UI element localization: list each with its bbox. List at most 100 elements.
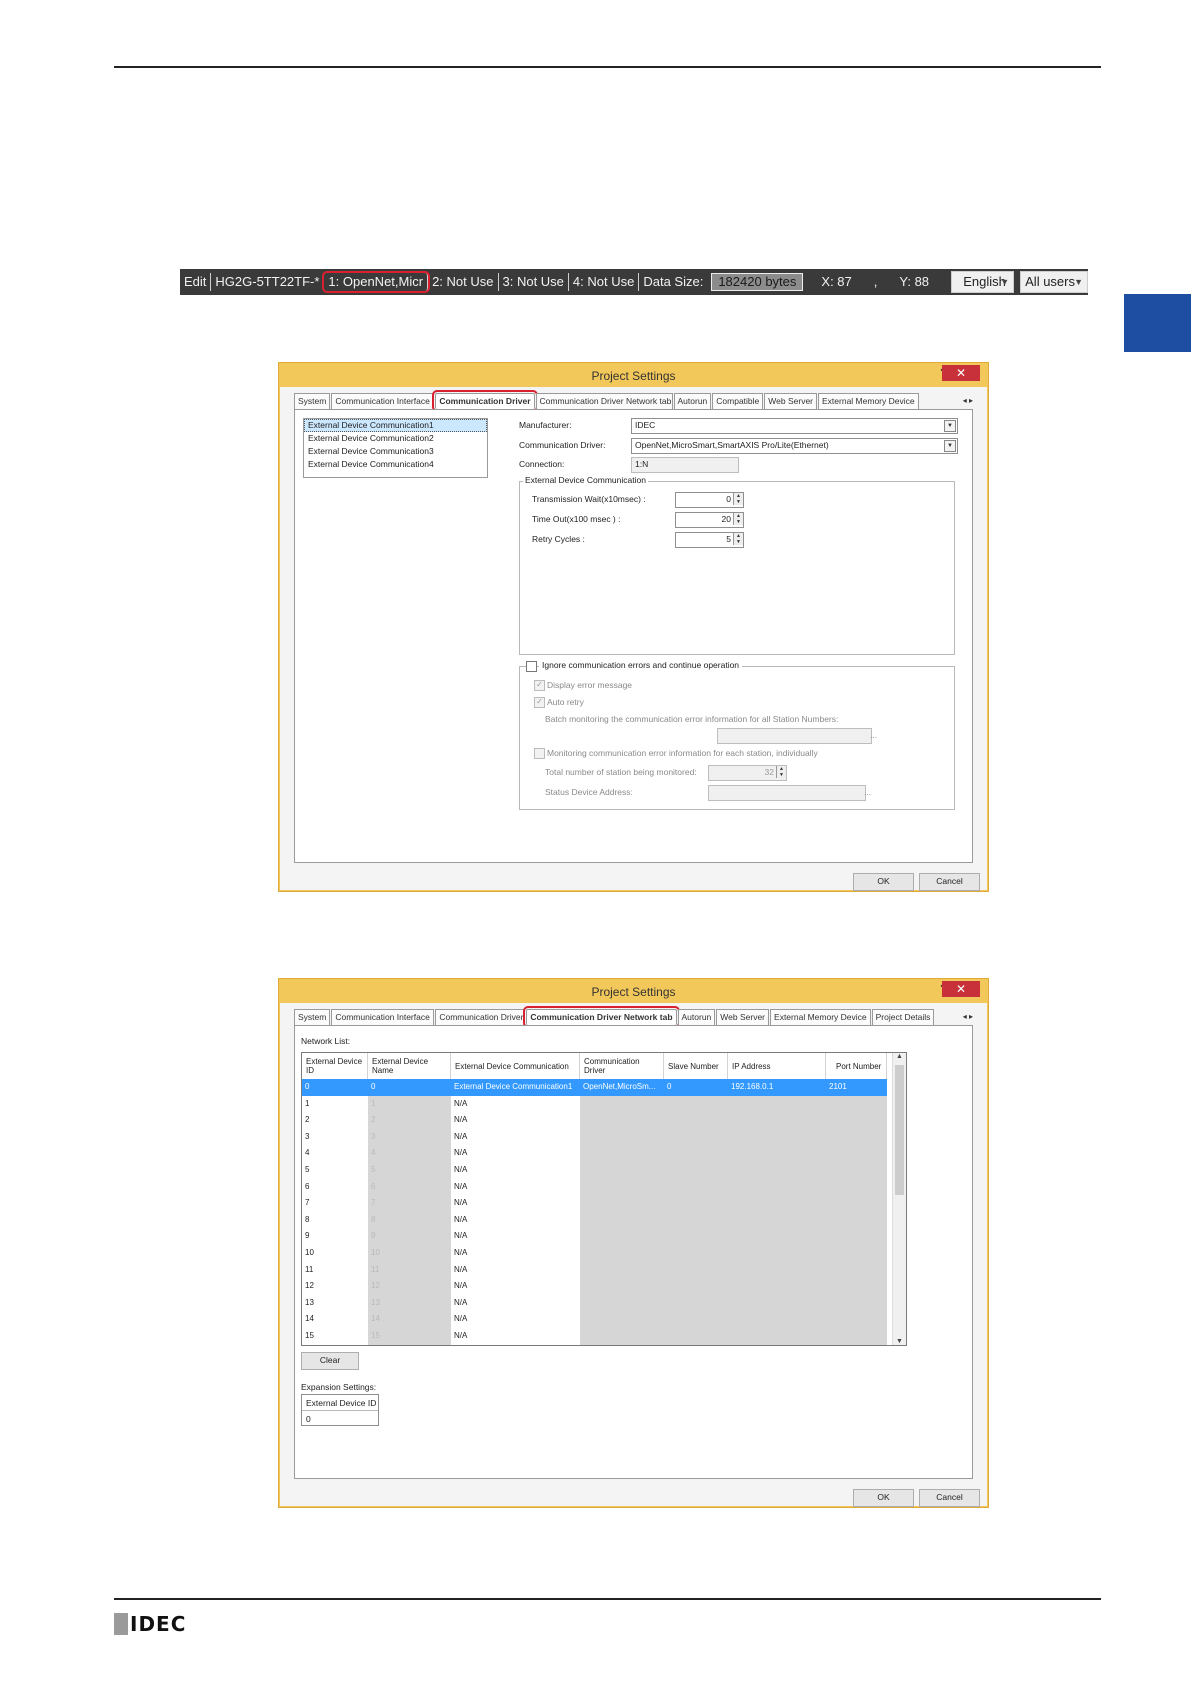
spinner-icon[interactable]: ▲ ▼ xyxy=(776,766,786,778)
status-x: X: 87 xyxy=(821,274,852,289)
table-row[interactable]: 1 1 N/A xyxy=(302,1095,887,1113)
close-icon[interactable]: ✕ xyxy=(942,981,980,997)
spinner-icon[interactable]: ▲ ▼ xyxy=(733,533,743,545)
external-device-list[interactable]: External Device Communication1 External … xyxy=(303,418,488,478)
table-row[interactable]: 12 12 N/A xyxy=(302,1278,887,1295)
close-icon[interactable]: ✕ xyxy=(942,365,980,381)
list-item[interactable]: External Device Communication1 xyxy=(304,419,487,432)
table-row[interactable]: 13 13 N/A xyxy=(302,1294,887,1312)
table-row[interactable]: 7 7 N/A xyxy=(302,1195,887,1212)
table-row[interactable]: 15 15 N/A xyxy=(302,1327,887,1345)
cell-communication: N/A xyxy=(454,1131,468,1141)
spinner-icon[interactable]: ▲ ▼ xyxy=(733,513,743,525)
status-comm3[interactable]: 3: Not Use xyxy=(499,273,569,291)
status-comm2[interactable]: 2: Not Use xyxy=(428,273,499,291)
tab-communication-driver[interactable]: Communication Driver xyxy=(435,1009,526,1025)
users-select[interactable]: All users ▼ xyxy=(1020,271,1088,293)
table-scrollbar[interactable]: ▲ ▼ xyxy=(892,1053,906,1345)
retry-stepper[interactable]: 5 ▲ ▼ xyxy=(675,532,744,548)
footer-rule xyxy=(114,1598,1101,1600)
auto-retry-checkbox[interactable]: ✓ xyxy=(534,697,545,708)
column-header[interactable]: Port Number xyxy=(826,1053,887,1079)
tab-web-server[interactable]: Web Server xyxy=(716,1009,770,1025)
cancel-button[interactable]: Cancel xyxy=(919,873,980,891)
column-header[interactable]: External Device Communication xyxy=(451,1053,580,1079)
column-header[interactable]: Slave Number xyxy=(664,1053,728,1079)
tab-project-details[interactable]: Project Details xyxy=(871,1009,935,1025)
ignore-errors-checkbox[interactable] xyxy=(526,661,537,672)
list-item[interactable]: External Device Communication4 xyxy=(304,458,487,471)
tab-scroll-arrows[interactable]: ◂ ▸ xyxy=(963,1009,973,1025)
list-item[interactable]: External Device Communication3 xyxy=(304,445,487,458)
table-row[interactable]: 2 2 N/A xyxy=(302,1112,887,1129)
table-row[interactable]: 4 4 N/A xyxy=(302,1145,887,1162)
tab-compatible[interactable]: Compatible xyxy=(712,393,764,409)
table-row[interactable]: 8 8 N/A xyxy=(302,1211,887,1229)
tab-communication-interface[interactable]: Communication Interface xyxy=(331,393,435,409)
language-select[interactable]: English ▼ xyxy=(951,271,1015,293)
status-address-field[interactable] xyxy=(708,785,866,801)
timeout-stepper[interactable]: 20 ▲ ▼ xyxy=(675,512,744,528)
cell-name: 4 xyxy=(368,1145,451,1162)
display-error-checkbox[interactable]: ✓ xyxy=(534,680,545,691)
tab-communication-interface[interactable]: Communication Interface xyxy=(331,1009,435,1025)
scroll-down-icon[interactable]: ▼ xyxy=(893,1338,906,1345)
expansion-table[interactable]: External Device ID 0 xyxy=(301,1394,379,1426)
column-header[interactable]: Communication Driver xyxy=(580,1053,664,1079)
expansion-settings-label: Expansion Settings: xyxy=(301,1382,377,1392)
scroll-thumb[interactable] xyxy=(895,1065,904,1195)
batch-address-field[interactable] xyxy=(717,728,872,744)
tab-communication-driver-network[interactable]: Communication Driver Network tab xyxy=(535,393,673,409)
cell-empty xyxy=(580,1145,887,1162)
tab-external-memory-device[interactable]: External Memory Device xyxy=(818,393,919,409)
network-list-table[interactable]: External Device ID External Device Name … xyxy=(301,1052,907,1346)
column-header[interactable]: External Device Name xyxy=(368,1053,451,1079)
network-list-label: Network List: xyxy=(301,1036,351,1046)
tab-external-memory-device[interactable]: External Memory Device xyxy=(770,1009,871,1025)
table-row[interactable]: 6 6 N/A xyxy=(302,1178,887,1196)
cell-name: 8 xyxy=(368,1211,451,1229)
ok-button[interactable]: OK xyxy=(853,1489,914,1507)
manufacturer-label: Manufacturer: xyxy=(519,420,572,430)
status-browse-button[interactable]: ... xyxy=(864,787,871,797)
tab-system[interactable]: System xyxy=(294,1009,331,1025)
table-row[interactable]: 9 9 N/A xyxy=(302,1228,887,1245)
status-comm4[interactable]: 4: Not Use xyxy=(569,273,640,291)
tab-system[interactable]: System xyxy=(294,393,331,409)
tab-autorun[interactable]: Autorun xyxy=(677,1009,716,1025)
status-bar: Edit HG2G-5TT22TF-* 1: OpenNet,Micr 2: N… xyxy=(180,269,1088,295)
tab-communication-driver-network[interactable]: Communication Driver Network tab xyxy=(523,1006,680,1028)
column-header[interactable]: IP Address xyxy=(728,1053,826,1079)
cell-ip: 192.168.0.1 xyxy=(728,1079,826,1096)
column-header[interactable]: External Device ID xyxy=(302,1053,368,1079)
tab-communication-driver[interactable]: Communication Driver xyxy=(432,390,538,412)
table-row[interactable]: 11 11 N/A xyxy=(302,1261,887,1279)
table-row[interactable]: 10 10 N/A xyxy=(302,1244,887,1262)
dialog-body: System Communication Interface Communica… xyxy=(280,387,987,891)
list-item[interactable]: External Device Communication2 xyxy=(304,432,487,445)
table-row[interactable]: 14 14 N/A xyxy=(302,1311,887,1328)
tab-scroll-arrows[interactable]: ◂ ▸ xyxy=(963,393,973,409)
table-row[interactable]: 0 0 External Device Communication1 OpenN… xyxy=(302,1079,887,1096)
tab-web-server[interactable]: Web Server xyxy=(764,393,818,409)
chevron-down-icon: ▼ xyxy=(944,420,956,432)
tab-autorun[interactable]: Autorun xyxy=(673,393,712,409)
cancel-button[interactable]: Cancel xyxy=(919,1489,980,1507)
expansion-id-value[interactable]: 0 xyxy=(306,1414,311,1424)
status-comm1[interactable]: 1: OpenNet,Micr xyxy=(322,271,431,293)
retry-value: 5 xyxy=(726,534,731,544)
table-row[interactable]: 3 3 N/A xyxy=(302,1128,887,1146)
cell-communication: N/A xyxy=(454,1148,468,1158)
clear-button[interactable]: Clear xyxy=(301,1352,359,1370)
monitoring-checkbox[interactable] xyxy=(534,748,545,759)
total-stations-stepper[interactable]: 32 ▲ ▼ xyxy=(708,765,787,781)
driver-select[interactable]: OpenNet,MicroSmart,SmartAXIS Pro/Lite(Et… xyxy=(631,438,958,454)
transmission-wait-stepper[interactable]: 0 ▲ ▼ xyxy=(675,492,744,508)
batch-browse-button[interactable]: ... xyxy=(870,730,877,740)
manufacturer-select[interactable]: IDEC ▼ xyxy=(631,418,958,434)
ok-button[interactable]: OK xyxy=(853,873,914,891)
scroll-up-icon[interactable]: ▲ xyxy=(893,1053,906,1060)
cell-name: 10 xyxy=(368,1244,451,1262)
table-row[interactable]: 5 5 N/A xyxy=(302,1161,887,1179)
spinner-icon[interactable]: ▲ ▼ xyxy=(733,493,743,505)
